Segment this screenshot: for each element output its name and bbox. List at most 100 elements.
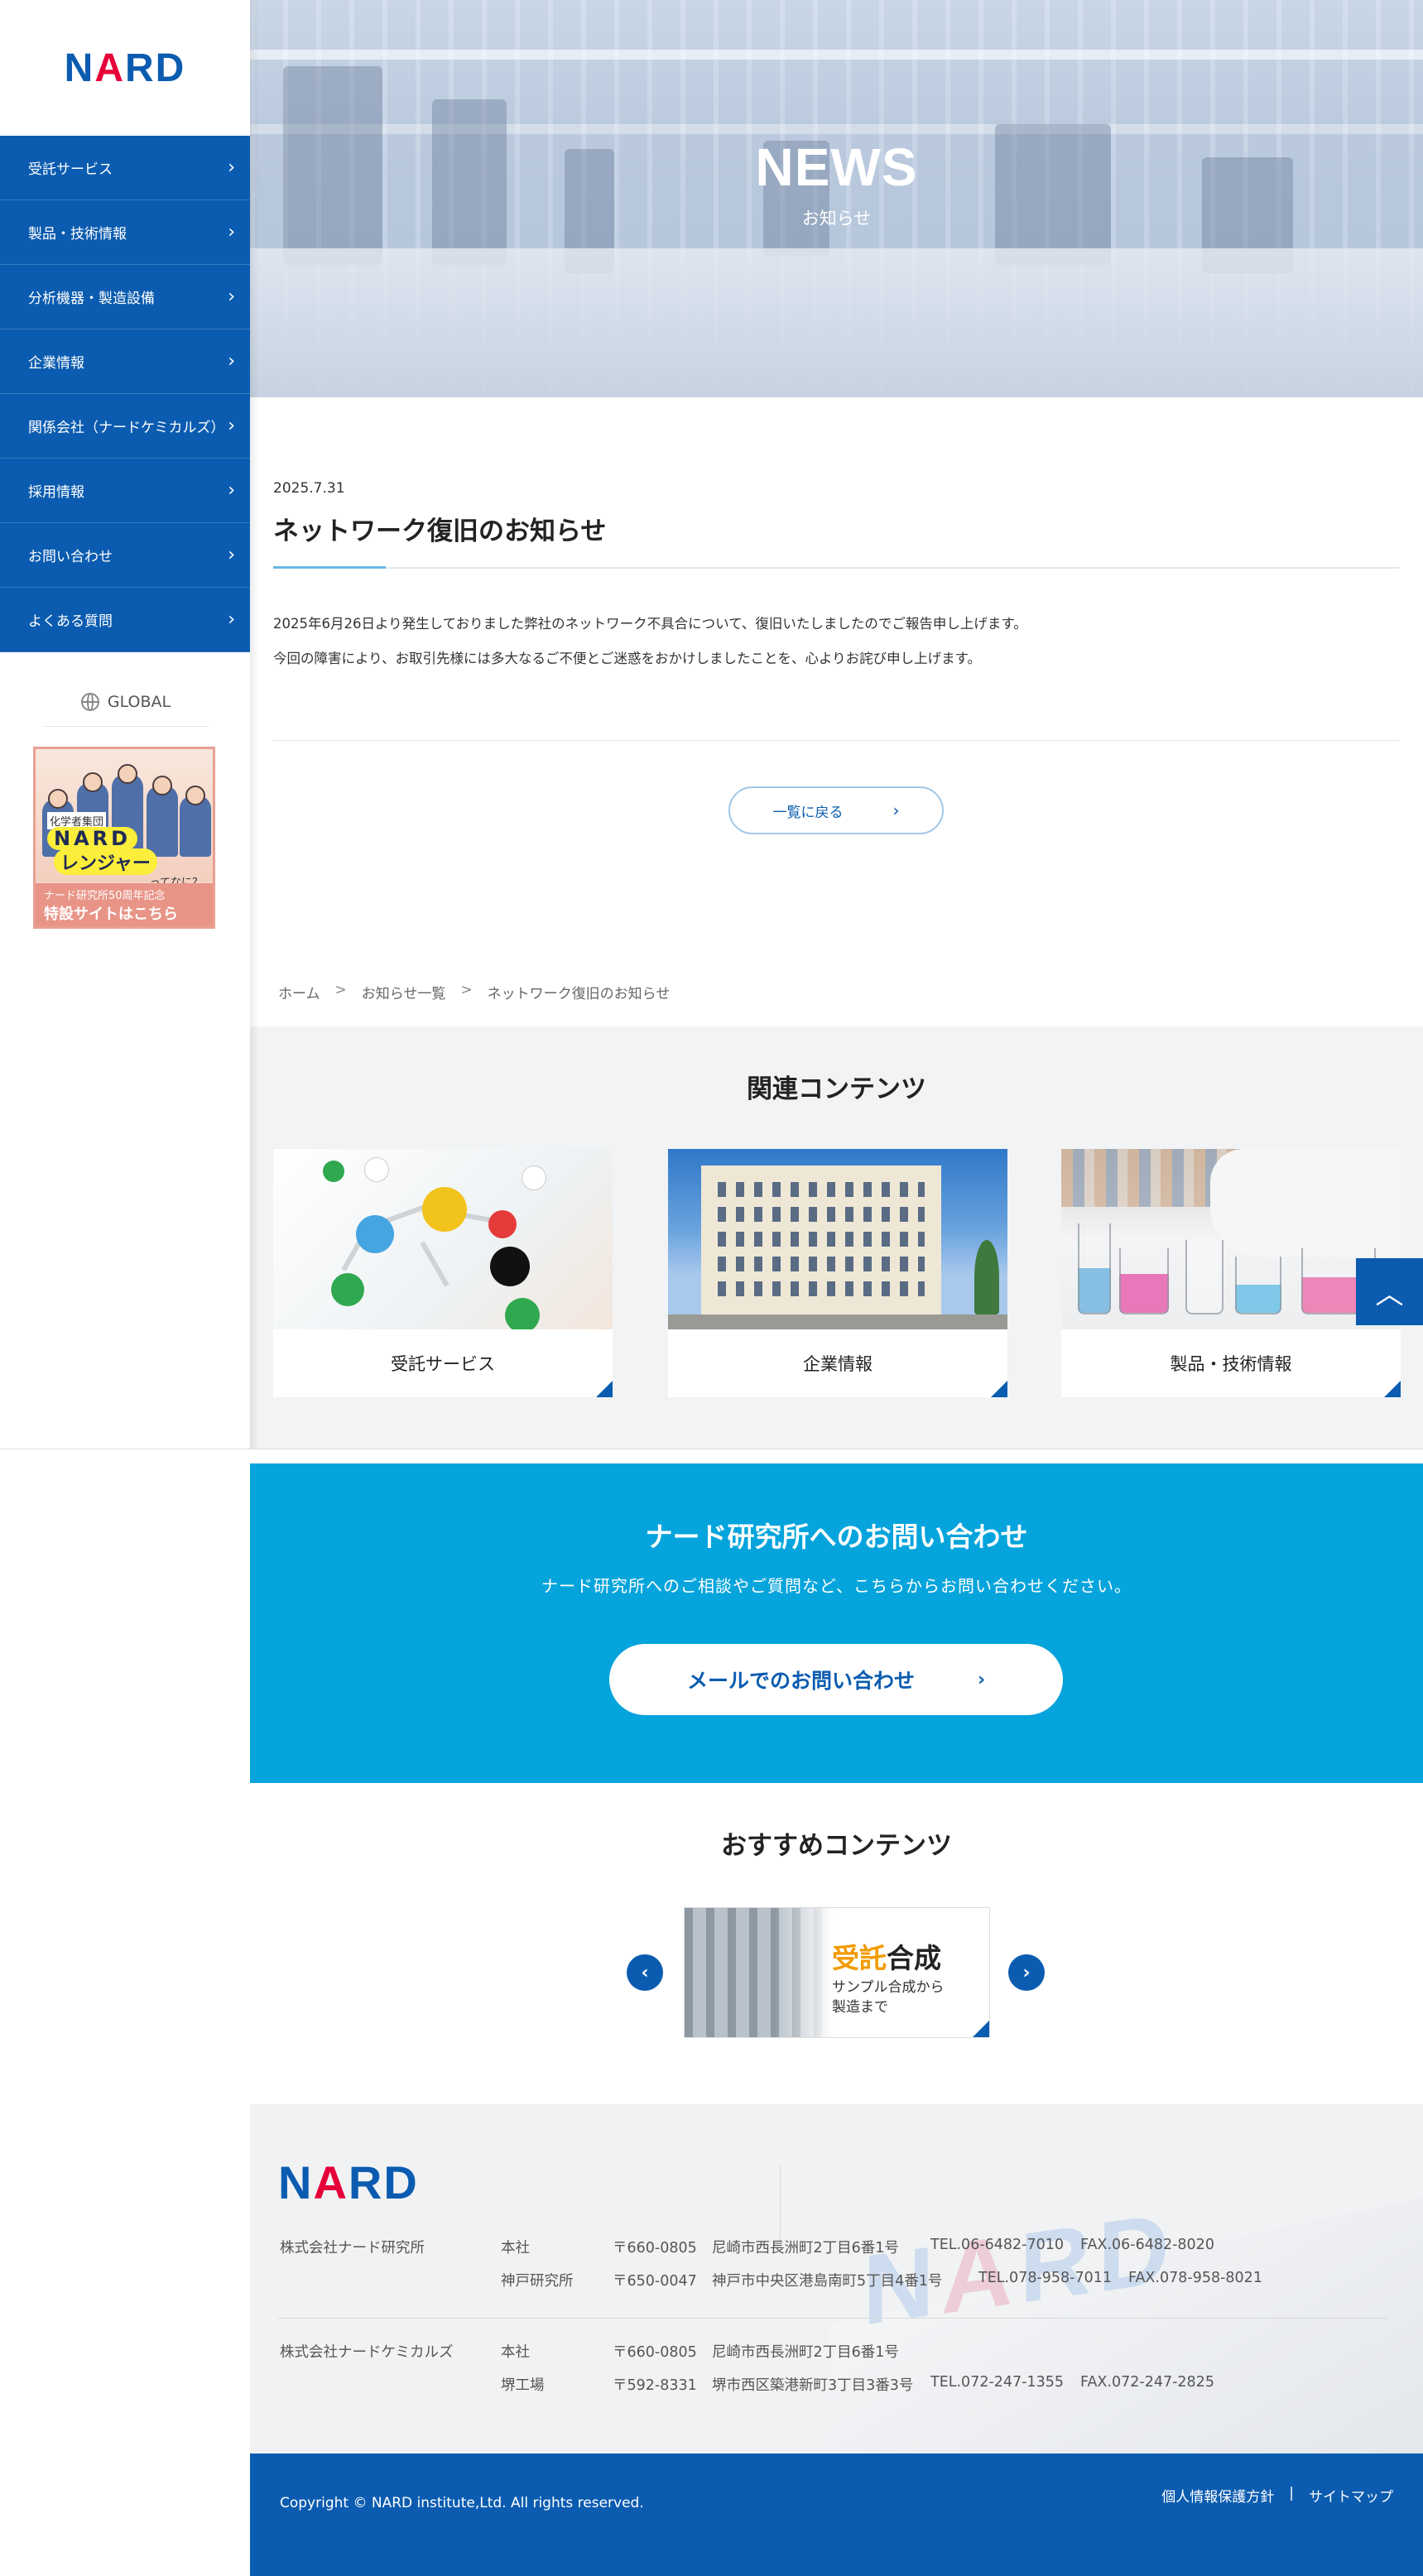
footer-logo[interactable]: NARD: [278, 2155, 419, 2209]
breadcrumb-news-list[interactable]: お知らせ一覧: [362, 982, 446, 1002]
breadcrumb-home[interactable]: ホーム: [278, 982, 320, 1002]
nav-item-label: 関係会社（ナードケミカルズ）: [28, 420, 225, 436]
zip: 〒660-0805: [613, 2344, 697, 2361]
related-card-label: 企業情報: [803, 1354, 873, 1374]
company-name: 株式会社ナード研究所: [280, 2240, 425, 2256]
recommended-card-desc: サンプル合成から 製造まで: [832, 1978, 945, 2017]
back-button-label: 一覧に戻る: [772, 804, 844, 821]
chevron-left-icon: ‹: [641, 1962, 649, 1983]
hero-subtitle: お知らせ: [801, 209, 872, 228]
recommended-card-heading: 受託合成: [832, 1936, 941, 1976]
divider: [273, 740, 1399, 741]
site-name: 神戸研究所: [501, 2273, 574, 2290]
zip: 〒660-0805: [613, 2240, 697, 2256]
article-date: 2025.7.31: [273, 480, 345, 497]
related-card-company[interactable]: 企業情報: [668, 1149, 1007, 1397]
tel: TEL.072-247-1355: [930, 2374, 1065, 2391]
chevron-right-icon: ›: [892, 800, 900, 820]
related-title: 関連コンテンツ: [747, 1074, 926, 1104]
banner-text-2: NARD: [47, 827, 138, 850]
fax: FAX.06-6482-8020: [1080, 2237, 1214, 2253]
corner-triangle-icon: [596, 1381, 613, 1397]
footer-divider: [278, 2318, 1387, 2319]
chevron-right-icon: ›: [228, 156, 235, 178]
corner-triangle-icon: [973, 2021, 989, 2037]
anniversary-banner[interactable]: 化学者集団 NARD レンジャー ってなに？ ナード研究所50周年記念 特設サイ…: [33, 747, 215, 929]
article-paragraph: 2025年6月26日より発生しておりました弊社のネットワーク不具合について、復旧…: [273, 616, 1027, 632]
copyright-text: Copyright © NARD institute,Ltd. All righ…: [280, 2495, 644, 2511]
contact-section: ナード研究所へのお問い合わせ ナード研究所へのご相談やご質問など、こちらからお問…: [250, 1463, 1423, 1783]
carousel-prev-button[interactable]: ‹: [627, 1954, 663, 1991]
nav-item-affiliate[interactable]: 関係会社（ナードケミカルズ） ›: [0, 394, 250, 459]
nav-item-faq[interactable]: よくある質問 ›: [0, 588, 250, 652]
site-name: 本社: [501, 2240, 530, 2256]
carousel-next-button[interactable]: ›: [1008, 1954, 1045, 1991]
chevron-right-icon: ›: [228, 350, 235, 372]
footer-divider: [780, 2165, 781, 2243]
nav-item-contact[interactable]: お問い合わせ ›: [0, 523, 250, 588]
chevron-right-icon: ›: [977, 1669, 986, 1690]
nav-item-company[interactable]: 企業情報 ›: [0, 329, 250, 394]
nav-item-label: 製品・技術情報: [28, 226, 127, 243]
chevron-right-icon: ›: [228, 544, 235, 565]
email-contact-label: メールでのお問い合わせ: [686, 1669, 915, 1693]
address: 尼崎市西長洲町2丁目6番1号: [712, 2344, 899, 2361]
lab-flasks-image: [1061, 1149, 1401, 1329]
breadcrumb: ホーム > お知らせ一覧 > ネットワーク復旧のお知らせ: [278, 982, 670, 1002]
related-card-label: 製品・技術情報: [1170, 1354, 1292, 1374]
sitemap-link[interactable]: サイトマップ: [1309, 2485, 1393, 2506]
chevron-right-icon: ›: [228, 608, 235, 630]
company-name: 株式会社ナードケミカルズ: [280, 2344, 454, 2361]
related-card-label: 受託サービス: [391, 1354, 495, 1374]
zip: 〒650-0047: [613, 2273, 697, 2290]
chevron-right-icon: ›: [228, 221, 235, 243]
back-to-list-button[interactable]: 一覧に戻る ›: [728, 786, 944, 834]
global-link[interactable]: GLOBAL: [43, 677, 209, 727]
site-name: 堺工場: [501, 2377, 545, 2394]
breadcrumb-current: ネットワーク復旧のお知らせ: [487, 986, 671, 1002]
contact-title: ナード研究所へのお問い合わせ: [645, 1521, 1028, 1553]
corner-triangle-icon: [1384, 1381, 1401, 1397]
nav-item-equipment[interactable]: 分析機器・製造設備 ›: [0, 265, 250, 329]
privacy-policy-link[interactable]: 個人情報保護方針: [1161, 2485, 1274, 2506]
address: 尼崎市西長洲町2丁目6番1号: [712, 2240, 899, 2256]
site-name: 本社: [501, 2344, 530, 2361]
recommended-title: おすすめコンテンツ: [721, 1831, 952, 1861]
chevron-right-icon: ›: [228, 479, 235, 501]
desc-line: 製造まで: [832, 1999, 888, 2016]
building-image: [668, 1149, 1007, 1329]
heading-accent: 受託: [832, 1942, 887, 1974]
related-card-products[interactable]: 製品・技術情報: [1061, 1149, 1401, 1397]
recommended-card[interactable]: 受託合成 サンプル合成から 製造まで: [684, 1907, 990, 2038]
breadcrumb-separator: >: [460, 982, 473, 998]
nav-item-label: お問い合わせ: [28, 549, 113, 565]
nav-item-contract-services[interactable]: 受託サービス ›: [0, 136, 250, 200]
heading-rest: 合成: [887, 1942, 941, 1974]
nav-item-label: よくある質問: [28, 613, 113, 630]
chevron-right-icon: ›: [228, 415, 235, 436]
address: 堺市西区築港新町3丁目3番3号: [712, 2377, 914, 2394]
footer-logo-text: NARD: [278, 2156, 419, 2208]
related-card-services[interactable]: 受託サービス: [273, 1149, 613, 1397]
footer-links: 個人情報保護方針 | サイトマップ: [1161, 2485, 1393, 2506]
news-article: 2025.7.31 ネットワーク復旧のお知らせ 2025年6月26日より発生して…: [273, 480, 1399, 676]
hero-bench: [250, 248, 1423, 397]
page-top-button[interactable]: ︿: [1356, 1258, 1423, 1325]
site-logo[interactable]: NARD: [0, 0, 250, 136]
breadcrumb-separator: >: [334, 982, 347, 998]
banner-strip: ナード研究所50周年記念 特設サイトはこちら: [36, 883, 213, 926]
nav-item-label: 採用情報: [28, 484, 84, 501]
hero-title: NEWS: [755, 137, 918, 197]
main-nav: 受託サービス › 製品・技術情報 › 分析機器・製造設備 › 企業情報 › 関係会社（ナ…: [0, 136, 250, 652]
logo-text: NARD: [64, 46, 186, 90]
nav-item-label: 企業情報: [28, 355, 84, 372]
tel: TEL.078-958-7011: [978, 2270, 1113, 2286]
global-label: GLOBAL: [107, 692, 171, 711]
nav-item-products[interactable]: 製品・技術情報 ›: [0, 200, 250, 265]
footer: NARD NARD 株式会社ナード研究所 本社 〒660-0805 尼崎市西長洲…: [250, 2104, 1423, 2453]
nav-item-recruit[interactable]: 採用情報 ›: [0, 459, 250, 523]
sidebar-shadow: [250, 0, 258, 1449]
link-separator: |: [1289, 2485, 1294, 2502]
email-contact-button[interactable]: メールでのお問い合わせ ›: [609, 1644, 1063, 1715]
banner-text-3: レンジャー: [54, 848, 157, 875]
